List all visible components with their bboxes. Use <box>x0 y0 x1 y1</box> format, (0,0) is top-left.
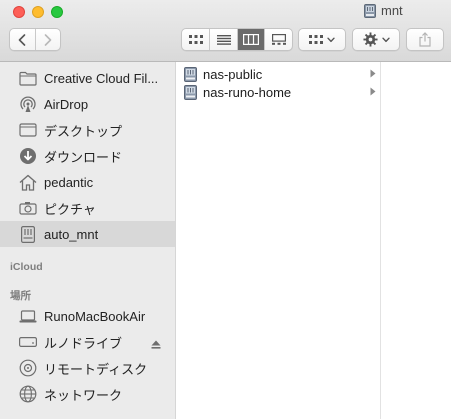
network-drive-icon <box>184 66 197 82</box>
column-item-label: nas-runo-home <box>203 84 292 100</box>
icon-view-button[interactable] <box>182 29 209 50</box>
view-switcher <box>181 28 293 51</box>
airdrop-icon <box>19 95 37 113</box>
column-item-nas-public[interactable]: nas-public <box>176 65 380 83</box>
sidebar-item-label: AirDrop <box>44 96 89 112</box>
action-menu-button[interactable] <box>352 28 400 51</box>
eject-button[interactable] <box>151 337 161 352</box>
sidebar-item-desktop[interactable]: デスクトップ <box>0 117 175 143</box>
close-window-button[interactable] <box>13 6 25 18</box>
sidebar-item-runomacbookair[interactable]: RunoMacBookAir <box>0 303 175 329</box>
network-drive-icon <box>364 3 376 18</box>
download-icon <box>19 147 37 165</box>
file-column: nas-public nas-runo-home <box>176 62 381 419</box>
gallery-view-button[interactable] <box>264 29 292 50</box>
globe-icon <box>19 385 37 403</box>
sidebar-item-label: ピクチャ <box>44 201 96 217</box>
sidebar-item-network[interactable]: ネットワーク <box>0 381 175 407</box>
column-view-button[interactable] <box>236 29 265 50</box>
sidebar-item-auto-mnt[interactable]: auto_mnt <box>0 221 175 247</box>
sidebar-item-pedantic[interactable]: pedantic <box>0 169 175 195</box>
drive-icon <box>19 333 37 351</box>
sidebar-item-runo-drive[interactable]: ルノドライブ <box>0 329 175 355</box>
camera-icon <box>19 199 37 217</box>
sidebar-item-label: auto_mnt <box>44 226 99 242</box>
list-view-button[interactable] <box>209 29 237 50</box>
gear-icon <box>362 32 378 47</box>
sidebar-section-locations: 場所 <box>10 290 31 302</box>
window-toolbar: mnt <box>0 0 451 62</box>
eject-icon <box>151 340 161 349</box>
folder-icon <box>19 69 37 87</box>
sidebar-item-label: pedantic <box>44 174 94 190</box>
sidebar-item-remote-disc[interactable]: リモートディスク <box>0 355 175 381</box>
sidebar-item-downloads[interactable]: ダウンロード <box>0 143 175 169</box>
sidebar-item-airdrop[interactable]: AirDrop <box>0 91 175 117</box>
column-item-label: nas-public <box>203 66 263 82</box>
share-button[interactable] <box>406 28 444 51</box>
back-button[interactable] <box>10 29 35 50</box>
list-icon <box>216 34 231 45</box>
network-drive-icon <box>184 84 197 100</box>
column-item-nas-runo-home[interactable]: nas-runo-home <box>176 83 380 101</box>
window-title: mnt <box>364 3 403 18</box>
sidebar: Creative Cloud Fil... AirDrop デスクトップ ダウン… <box>0 62 176 419</box>
columns-icon <box>243 34 260 45</box>
maximize-window-button[interactable] <box>51 6 63 18</box>
sidebar-item-label: RunoMacBookAir <box>44 308 146 324</box>
sidebar-item-creative-cloud[interactable]: Creative Cloud Fil... <box>0 65 175 91</box>
sidebar-item-label: デスクトップ <box>44 123 123 139</box>
laptop-icon <box>19 307 37 325</box>
chevron-right-icon <box>44 33 52 46</box>
sidebar-item-label: ネットワーク <box>44 387 123 403</box>
desktop-icon <box>19 121 37 139</box>
gallery-icon <box>271 34 286 45</box>
chevron-down-icon <box>327 37 335 42</box>
home-icon <box>19 173 37 191</box>
navigation-buttons <box>9 28 61 51</box>
network-drive-icon <box>19 225 37 243</box>
forward-button[interactable] <box>34 29 60 50</box>
chevron-left-icon <box>19 33 26 46</box>
empty-column <box>382 62 451 419</box>
share-icon <box>419 32 431 47</box>
grid-icon <box>309 34 323 44</box>
sidebar-item-label: Creative Cloud Fil... <box>44 70 159 86</box>
arrange-menu-button[interactable] <box>298 28 346 51</box>
disclosure-arrow-icon <box>370 69 376 78</box>
sidebar-item-label: ルノドライブ <box>44 335 123 351</box>
minimize-window-button[interactable] <box>32 6 44 18</box>
sidebar-item-label: ダウンロード <box>44 149 123 165</box>
disclosure-arrow-icon <box>370 87 376 96</box>
sidebar-item-pictures[interactable]: ピクチャ <box>0 195 175 221</box>
chevron-down-icon <box>381 37 390 42</box>
sidebar-section-icloud: iCloud <box>10 261 43 273</box>
sidebar-item-label: リモートディスク <box>44 361 148 377</box>
icon-grid-icon <box>188 34 203 44</box>
disc-icon <box>19 359 37 377</box>
window-title-text: mnt <box>381 3 403 18</box>
